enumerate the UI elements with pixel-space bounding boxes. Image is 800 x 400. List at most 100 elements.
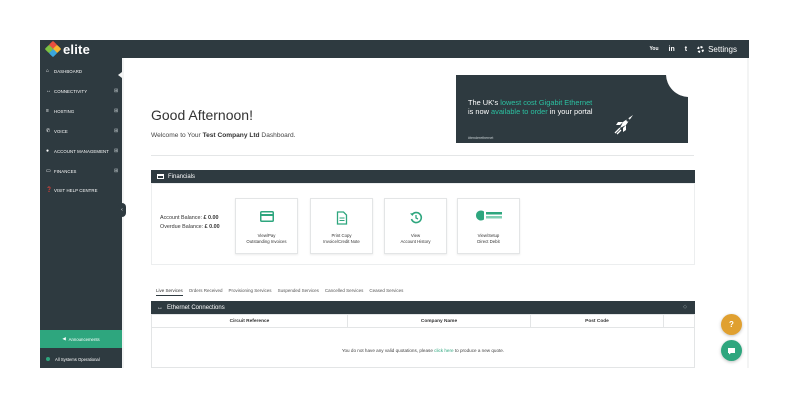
- ethernet-title: Ethernet Connections: [167, 304, 225, 311]
- ethernet-icon: ↔: [157, 304, 163, 311]
- tile-label-line: View: [410, 233, 421, 238]
- banner-highlight: available to order: [491, 107, 548, 116]
- account-balance: Account Balance: £ 0.00: [160, 215, 218, 221]
- megaphone-icon: ◀: [62, 336, 66, 341]
- help-button[interactable]: ?: [721, 314, 742, 335]
- services-tabs: Live Services Orders Received Provisioni…: [156, 288, 403, 296]
- card-icon: [157, 174, 164, 179]
- home-icon: ⌂: [46, 68, 50, 74]
- brand-logo[interactable]: elite: [44, 40, 91, 58]
- system-status[interactable]: All Systems Operational: [40, 350, 122, 368]
- tile-label-line: Account History: [400, 239, 431, 244]
- sidebar-item-label: DASHBOARD: [54, 68, 83, 74]
- direct-debit-tile[interactable]: View/Setup Direct Debit: [457, 198, 520, 254]
- tab-orders-received[interactable]: Orders Received: [189, 288, 223, 296]
- banner-highlight: lowest cost Gigabit Ethernet: [500, 98, 593, 107]
- tile-label: View/Setup Direct Debit: [458, 233, 519, 245]
- phone-icon: ✆: [46, 128, 51, 134]
- card-icon: [259, 211, 274, 222]
- sidebar: ⌂ DASHBOARD ↔ CONNECTIVITY ⊞ ≡ HOSTING ⊞…: [40, 58, 122, 368]
- document-icon: [336, 211, 347, 225]
- financials-title: Financials: [168, 173, 196, 180]
- sidebar-item-dashboard[interactable]: ⌂ DASHBOARD: [40, 64, 122, 78]
- question-icon: ?: [729, 320, 734, 329]
- expand-icon[interactable]: ⊞: [114, 168, 122, 174]
- welcome-message: Welcome to Your Test Company Ltd Dashboa…: [151, 132, 296, 139]
- column-header: [664, 315, 694, 327]
- expand-icon[interactable]: ⊞: [114, 128, 122, 134]
- tile-label-line: Outstanding Invoices: [246, 239, 287, 244]
- logo-mark-icon: [44, 40, 62, 58]
- chevron-up-down-icon[interactable]: ◇: [683, 304, 687, 310]
- banner-line-2: is now available to order in your portal: [468, 107, 593, 116]
- sidebar-item-hosting[interactable]: ≡ HOSTING ⊞: [40, 104, 122, 118]
- tile-label: View Account History: [385, 233, 446, 245]
- active-indicator: [118, 72, 122, 78]
- column-header[interactable]: Post Code: [531, 315, 664, 327]
- ethernet-empty-row: You do not have any valid quotations, pl…: [151, 328, 695, 368]
- twitter-icon[interactable]: t: [685, 46, 687, 53]
- ethernet-table-header: Circuit Reference Company Name Post Code: [151, 314, 695, 328]
- help-icon: ❓: [46, 187, 53, 193]
- banner-text: is now: [468, 107, 492, 116]
- tile-label-line: View/Pay: [257, 233, 276, 238]
- divider: [151, 155, 694, 156]
- gear-icon: [697, 45, 705, 53]
- welcome-suffix: Dashboard.: [259, 132, 296, 139]
- sidebar-item-label: FINANCES: [54, 168, 77, 174]
- tab-cancelled-services[interactable]: Cancelled Services: [325, 288, 364, 296]
- expand-icon[interactable]: ⊞: [114, 148, 122, 154]
- expand-icon[interactable]: ⊞: [114, 88, 122, 94]
- tile-label-line: View/Setup: [477, 233, 500, 238]
- announcements-button[interactable]: ◀ Announcements: [40, 330, 122, 348]
- sidebar-collapse-button[interactable]: ‹: [118, 203, 126, 217]
- tile-label: Print Copy Invoice/Credit Note: [311, 233, 372, 245]
- promo-banner[interactable]: The UK's lowest cost Gigabit Ethernet is…: [456, 75, 688, 143]
- brand-name: elite: [63, 41, 91, 57]
- new-quote-link[interactable]: click here: [434, 348, 453, 353]
- banner-text: The UK's: [468, 98, 501, 107]
- linkedin-icon[interactable]: in: [669, 46, 675, 53]
- settings-button[interactable]: Settings: [697, 45, 737, 54]
- tab-ceased-services[interactable]: Ceased Services: [369, 288, 403, 296]
- account-history-tile[interactable]: View Account History: [384, 198, 447, 254]
- chat-icon: [728, 347, 735, 354]
- account-balance-value: £ 0.00: [203, 215, 219, 221]
- user-icon: ●: [46, 148, 50, 154]
- sidebar-item-account-management[interactable]: ● ACCOUNT MANAGEMENT ⊞: [40, 144, 122, 158]
- banner-decoration: [666, 75, 688, 97]
- empty-message-text: You do not have any valid quotations, pl…: [341, 348, 435, 353]
- sidebar-item-finances[interactable]: ▭ FINANCES ⊞: [40, 164, 122, 178]
- sidebar-item-connectivity[interactable]: ↔ CONNECTIVITY ⊞: [40, 84, 122, 98]
- chat-button[interactable]: [721, 340, 742, 361]
- overdue-balance-label: Overdue Balance:: [160, 224, 204, 230]
- page-title: Good Afternoon!: [151, 107, 253, 123]
- expand-icon[interactable]: ⊞: [114, 108, 122, 114]
- tab-provisioning-services[interactable]: Provisioning Services: [229, 288, 272, 296]
- server-icon: ≡: [46, 108, 50, 114]
- history-icon: [409, 211, 422, 224]
- column-header[interactable]: Circuit Reference: [152, 315, 348, 327]
- sidebar-item-help-centre[interactable]: ❓ VISIT HELP CENTRE: [40, 183, 122, 197]
- announcements-label: Announcements: [68, 336, 100, 342]
- youtube-icon[interactable]: You: [649, 46, 658, 52]
- banner-line-1: The UK's lowest cost Gigabit Ethernet: [468, 98, 592, 107]
- banner-hashtag: #tenderethernet: [468, 136, 494, 140]
- app-window: elite You in t Settings ⌂ DASHBOARD ↔ CO…: [40, 40, 749, 368]
- print-invoice-tile[interactable]: Print Copy Invoice/Credit Note: [310, 198, 373, 254]
- welcome-prefix: Welcome to Your: [151, 132, 203, 139]
- ethernet-connections-header[interactable]: ↔ Ethernet Connections ◇: [151, 301, 695, 314]
- overdue-balance: Overdue Balance: £ 0.00: [160, 224, 220, 230]
- status-dot-icon: [46, 357, 50, 361]
- tab-suspended-services[interactable]: Suspended Services: [278, 288, 319, 296]
- overdue-balance-value: £ 0.00: [204, 224, 220, 230]
- view-pay-invoices-tile[interactable]: View/Pay Outstanding Invoices: [235, 198, 298, 254]
- sidebar-item-label: CONNECTIVITY: [54, 88, 88, 94]
- company-name: Test Company Ltd: [202, 132, 260, 139]
- tile-label-line: Invoice/Credit Note: [323, 239, 360, 244]
- column-header[interactable]: Company Name: [348, 315, 531, 327]
- rocket-icon: [614, 115, 633, 135]
- sidebar-item-voice[interactable]: ✆ VOICE ⊞: [40, 124, 122, 138]
- sidebar-item-label: ACCOUNT MANAGEMENT: [54, 148, 109, 154]
- tab-live-services[interactable]: Live Services: [156, 288, 183, 296]
